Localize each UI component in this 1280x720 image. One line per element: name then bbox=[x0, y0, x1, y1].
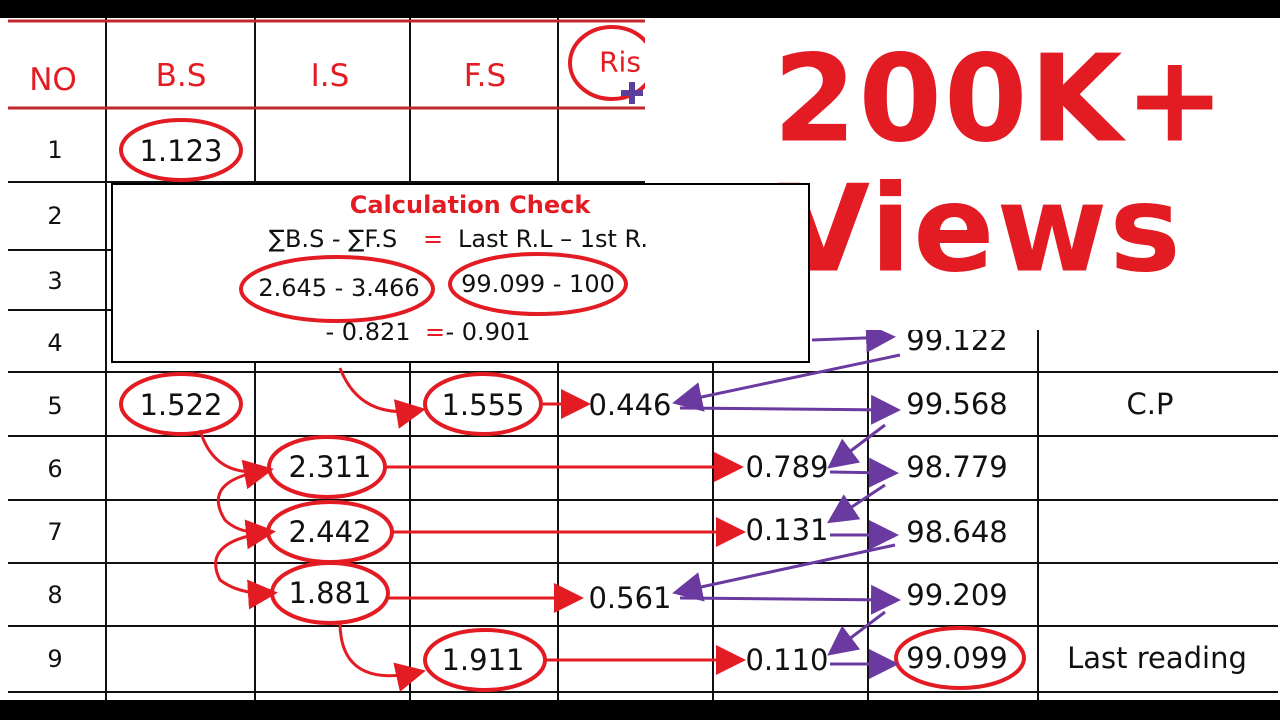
row-no: 4 bbox=[47, 329, 63, 357]
is-cell: 2.311 bbox=[288, 450, 372, 484]
row-no: 8 bbox=[47, 581, 63, 609]
result-equals: = bbox=[424, 318, 446, 346]
row-no: 9 bbox=[47, 645, 63, 673]
result-right: - 0.901 bbox=[445, 318, 531, 346]
rl-cell: 99.568 bbox=[906, 387, 1008, 421]
row-no: 5 bbox=[47, 392, 63, 420]
rl-cell: 99.099 bbox=[906, 641, 1008, 675]
top-black-bar bbox=[0, 0, 1280, 18]
is-cell: 1.881 bbox=[288, 576, 372, 610]
formula-right: Last R.L – 1st R. bbox=[458, 225, 648, 253]
row-no: 2 bbox=[47, 202, 63, 230]
rl-cell: 99.209 bbox=[906, 578, 1008, 612]
is-cell: 2.442 bbox=[288, 515, 372, 549]
fall-cell: 0.789 bbox=[745, 450, 829, 484]
fs-cell: 1.911 bbox=[441, 643, 525, 677]
bs-cell: 1.123 bbox=[139, 134, 223, 168]
remarks-cell: Last reading bbox=[1067, 641, 1247, 675]
rl-cell: 98.779 bbox=[906, 450, 1008, 484]
calc-title: Calculation Check bbox=[349, 191, 591, 219]
values-right: 99.099 - 100 bbox=[461, 270, 615, 298]
header-is: I.S bbox=[310, 58, 350, 94]
remarks-cell: C.P bbox=[1126, 387, 1174, 421]
fs-cell: 1.555 bbox=[441, 388, 525, 422]
row-no: 1 bbox=[47, 136, 63, 164]
fall-cell: 0.110 bbox=[745, 643, 829, 677]
header-bs: B.S bbox=[155, 58, 207, 94]
header-rise: Ris bbox=[599, 45, 641, 79]
rise-cell: 0.561 bbox=[588, 581, 672, 615]
result-left: - 0.821 bbox=[325, 318, 411, 346]
fall-cell: 0.131 bbox=[745, 513, 829, 547]
row-no: 7 bbox=[47, 518, 63, 546]
calculation-check-box: Calculation Check ∑B.S - ∑F.S = Last R.L… bbox=[111, 183, 810, 363]
bs-cell: 1.522 bbox=[139, 388, 223, 422]
header-fs: F.S bbox=[463, 58, 507, 94]
banner-line2: Views bbox=[777, 160, 1183, 300]
banner-line1: 200K+ bbox=[772, 30, 1228, 170]
formula-left: ∑B.S - ∑F.S bbox=[268, 225, 398, 253]
rise-cell: 0.446 bbox=[588, 388, 672, 422]
bottom-black-bar bbox=[0, 700, 1280, 720]
formula-equals: = bbox=[422, 225, 444, 253]
header-no: NO bbox=[29, 62, 77, 98]
row-no: 3 bbox=[47, 267, 63, 295]
values-left: 2.645 - 3.466 bbox=[258, 274, 420, 302]
row-no: 6 bbox=[47, 455, 63, 483]
rl-cell: 98.648 bbox=[906, 515, 1008, 549]
